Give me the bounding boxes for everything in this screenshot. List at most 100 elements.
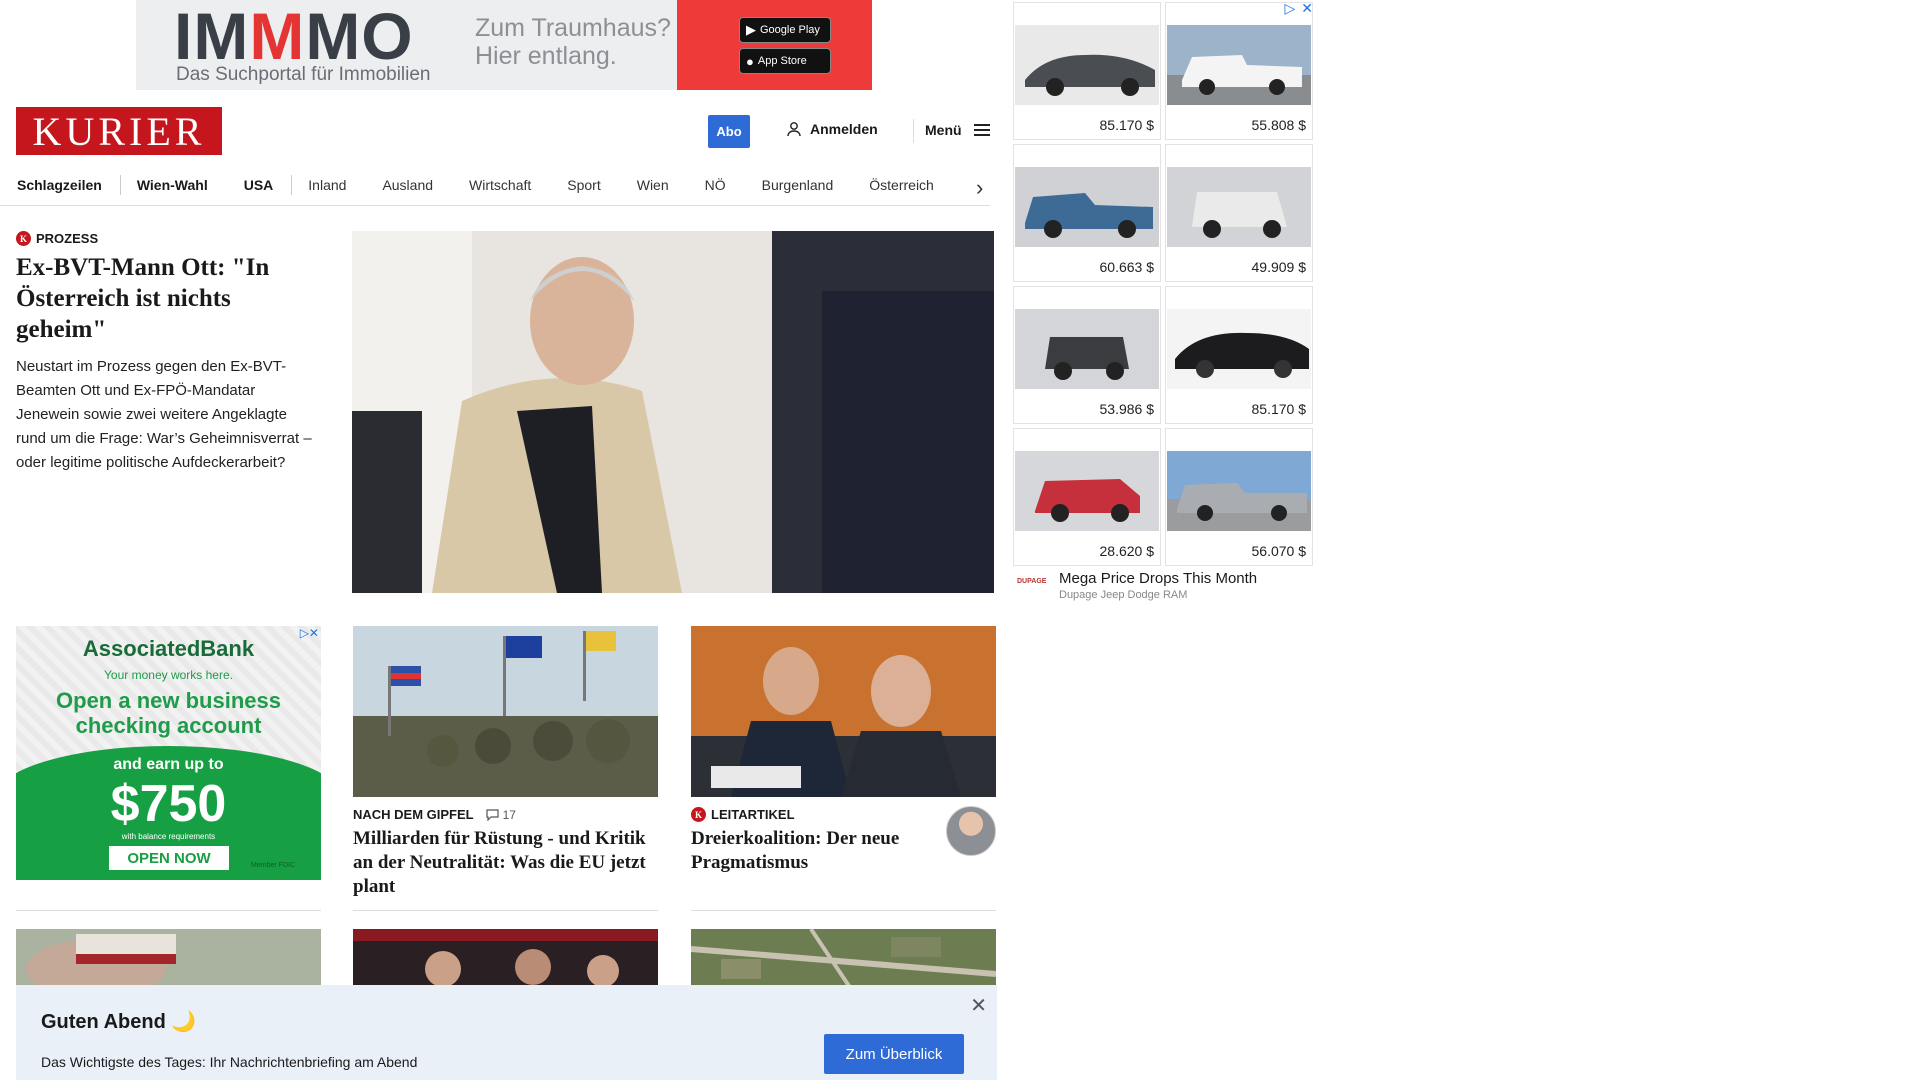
- car-price: 85.170 $: [1251, 401, 1307, 417]
- briefing-text: Das Wichtigste des Tages: Ihr Nachrichte…: [41, 1054, 418, 1070]
- bank-amount: $750: [110, 775, 227, 833]
- row-divider: [691, 910, 996, 911]
- car-item[interactable]: 53.986 $: [1013, 286, 1161, 424]
- bank-headline: Open a new business checking account: [56, 688, 281, 738]
- ad-footer[interactable]: DUPAGE Mega Price Drops This Month Dupag…: [1013, 566, 1315, 612]
- bank-logo: AssociatedBank: [82, 636, 255, 661]
- kurier-k-icon: K: [691, 807, 706, 822]
- apple-icon: ●: [746, 53, 754, 69]
- login-label: Anmelden: [810, 121, 878, 137]
- comment-count[interactable]: 17: [486, 808, 516, 822]
- car-image: [1167, 25, 1311, 105]
- nav-item-wirtschaft[interactable]: Wirtschaft: [469, 177, 531, 193]
- car-price: 49.909 $: [1251, 259, 1307, 275]
- bank-ad[interactable]: ▷✕ AssociatedBank Your money works here.…: [16, 626, 321, 880]
- article-image[interactable]: [16, 929, 321, 989]
- nav-item-burgenland[interactable]: Burgenland: [762, 177, 834, 193]
- car-image: [1015, 309, 1159, 389]
- ad-footer-text: Mega Price Drops This Month Dupage Jeep …: [1059, 570, 1257, 601]
- car-price: 56.070 $: [1251, 543, 1307, 559]
- nav-item-wien-wahl[interactable]: Wien-Wahl: [137, 177, 208, 193]
- article-image[interactable]: [691, 929, 996, 989]
- nav-item-schlagzeilen[interactable]: Schlagzeilen: [17, 177, 102, 193]
- author-avatar[interactable]: [946, 806, 996, 856]
- ad-close-icon[interactable]: ✕: [1301, 0, 1313, 17]
- nav-item-noe[interactable]: NÖ: [705, 177, 726, 193]
- nav-item-wien[interactable]: Wien: [637, 177, 669, 193]
- row-divider: [16, 910, 321, 911]
- google-play-button[interactable]: ▶ Google Play: [739, 17, 831, 43]
- ad-footer-subtitle: Dupage Jeep Dodge RAM: [1059, 589, 1188, 601]
- car-image: [1015, 451, 1159, 531]
- bank-requirements: with balance requirements: [121, 832, 216, 841]
- car-image: [1167, 451, 1311, 531]
- chevron-right-icon[interactable]: ›: [976, 175, 983, 201]
- play-store-icon: ▶: [746, 22, 756, 37]
- car-sidebar-ad[interactable]: 85.170 $ 55.808 $ 60.663 $ 49.909 $ 53.9…: [1013, 0, 1315, 615]
- lead-headline[interactable]: Ex-BVT-Mann Ott: "In Österreich ist nich…: [16, 252, 320, 345]
- evening-briefing-banner: Guten Abend 🌙 Das Wichtigste des Tages: …: [16, 985, 997, 1080]
- ad-choices[interactable]: ▷ ✕: [1284, 0, 1313, 17]
- close-icon[interactable]: ✕: [970, 993, 987, 1018]
- car-item[interactable]: 60.663 $: [1013, 144, 1161, 282]
- nav-item-inland[interactable]: Inland: [308, 177, 346, 193]
- article-image[interactable]: [691, 626, 996, 797]
- nav-item-oesterreich[interactable]: Österreich: [869, 177, 934, 193]
- hamburger-icon: [973, 121, 990, 139]
- row-divider: [353, 910, 658, 911]
- immmo-logo: IMMMO: [174, 0, 414, 73]
- car-price: 28.620 $: [1099, 543, 1155, 559]
- article-headline[interactable]: Milliarden für Rüstung - und Kritik an d…: [353, 827, 658, 899]
- ad-footer-title: Mega Price Drops This Month: [1059, 570, 1258, 587]
- overview-button[interactable]: Zum Überblick: [824, 1034, 964, 1074]
- lead-kicker: K Prozess: [16, 231, 320, 246]
- lead-teaser: Neustart im Prozess gegen den Ex-BVT-Bea…: [16, 358, 312, 471]
- article-meta: Nach dem Gipfel 17: [353, 807, 658, 822]
- dupage-logo: DUPAGE: [1017, 577, 1047, 585]
- car-price: 53.986 $: [1099, 401, 1155, 417]
- briefing-title: Guten Abend 🌙: [41, 1011, 197, 1033]
- menu-label: Menü: [925, 122, 962, 138]
- article-headline[interactable]: Dreierkoalition: Der neue Pragmatismus: [691, 827, 921, 875]
- lead-article[interactable]: K Prozess Ex-BVT-Mann Ott: "In Österreic…: [16, 231, 320, 475]
- adchoices-icon[interactable]: ▷: [1284, 0, 1295, 17]
- car-item[interactable]: 85.170 $: [1165, 286, 1313, 424]
- app-store-button[interactable]: ● App Store: [739, 48, 831, 74]
- ad-right-panel: ▶ Google Play ● App Store: [677, 0, 872, 90]
- article-kicker: Nach dem Gipfel: [353, 807, 474, 822]
- comment-icon: [486, 808, 499, 821]
- ad-subline: Das Suchportal für Immobilien: [176, 64, 431, 85]
- open-now-button[interactable]: OPEN NOW: [109, 846, 229, 870]
- ad-left-panel: IMMMO Zum Traumhaus? Hier entlang. Das S…: [136, 0, 677, 90]
- nav-divider: [119, 174, 121, 195]
- bank-earn-text: and earn up to: [113, 756, 224, 773]
- nav-item-sport[interactable]: Sport: [567, 177, 600, 193]
- top-banner-ad[interactable]: IMMMO Zum Traumhaus? Hier entlang. Das S…: [136, 0, 872, 90]
- ad-tagline: Zum Traumhaus? Hier entlang.: [475, 14, 671, 70]
- menu-button[interactable]: Menü: [925, 121, 990, 139]
- user-icon: [787, 122, 801, 137]
- article-kicker: K Leitartikel: [691, 807, 795, 822]
- section-nav: Schlagzeilen Wien-Wahl USA Inland Auslan…: [0, 164, 990, 206]
- lead-image[interactable]: [352, 231, 994, 593]
- article-image[interactable]: [353, 626, 658, 797]
- car-image: [1167, 167, 1311, 247]
- car-item[interactable]: 28.620 $: [1013, 428, 1161, 566]
- nav-divider: [291, 174, 293, 195]
- abo-button[interactable]: Abo: [708, 115, 750, 148]
- car-item[interactable]: 55.808 $: [1165, 2, 1313, 140]
- login-button[interactable]: Anmelden: [786, 121, 878, 137]
- nav-item-usa[interactable]: USA: [244, 177, 274, 193]
- car-price: 55.808 $: [1251, 117, 1307, 133]
- kurier-logo[interactable]: KURIER: [16, 107, 222, 155]
- article-card[interactable]: K Leitartikel Dreierkoalition: Der neue …: [691, 626, 996, 875]
- car-item[interactable]: 85.170 $: [1013, 2, 1161, 140]
- header-divider: [913, 119, 914, 143]
- nav-item-ausland[interactable]: Ausland: [382, 177, 433, 193]
- car-price: 85.170 $: [1099, 117, 1155, 133]
- bank-slogan: Your money works here.: [104, 668, 233, 682]
- car-item[interactable]: 49.909 $: [1165, 144, 1313, 282]
- article-image[interactable]: [353, 929, 658, 989]
- car-item[interactable]: 56.070 $: [1165, 428, 1313, 566]
- article-card[interactable]: Nach dem Gipfel 17 Milliarden für Rüstun…: [353, 626, 658, 899]
